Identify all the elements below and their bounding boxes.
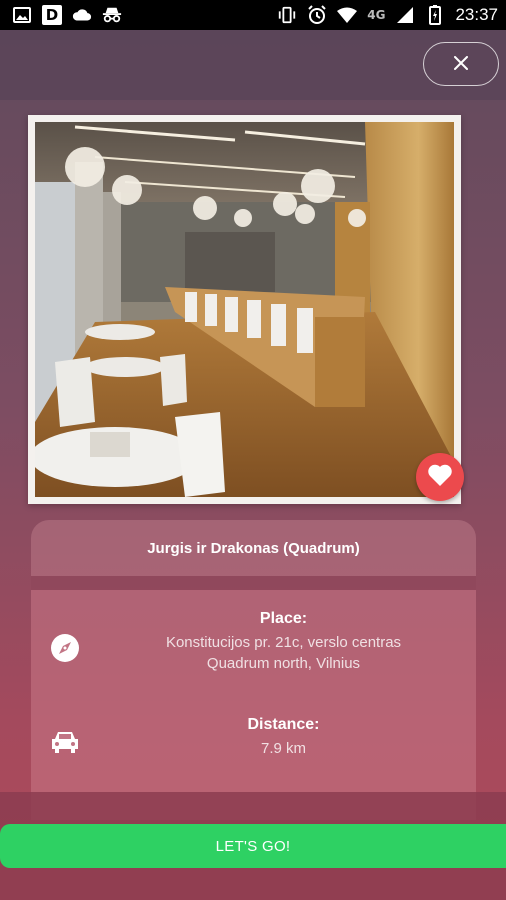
incognito-icon <box>102 6 122 24</box>
venue-details: Place: Konstitucijos pr. 21c, verslo cen… <box>31 590 476 820</box>
restaurant-photo <box>35 122 454 497</box>
lets-go-button[interactable]: LET'S GO! <box>0 824 506 868</box>
venue-name: Jurgis ir Drakonas (Quadrum) <box>31 520 476 576</box>
vibrate-icon <box>277 6 297 24</box>
clock: 23:37 <box>455 5 498 24</box>
status-bar-left: D <box>12 5 122 25</box>
signal-icon <box>395 6 415 24</box>
image-icon <box>12 6 32 24</box>
wifi-icon <box>337 6 358 24</box>
place-value-line1: Konstitucijos pr. 21c, verslo centras <box>165 634 402 651</box>
network-type: 4G <box>367 8 386 22</box>
car-icon <box>49 726 81 758</box>
close-button[interactable] <box>423 42 499 86</box>
venue-photo-frame <box>28 115 461 504</box>
status-bar-right: 4G 23:37 <box>277 5 498 25</box>
compass-icon <box>49 632 81 664</box>
d-icon: D <box>42 5 62 25</box>
place-label: Place: <box>259 610 308 627</box>
place-text: Place: Konstitucijos pr. 21c, verslo cen… <box>111 610 456 674</box>
distance-value: 7.9 km <box>260 740 306 757</box>
heart-icon <box>427 463 453 491</box>
venue-info-card: Jurgis ir Drakonas (Quadrum) Place: Kons… <box>31 520 476 820</box>
distance-label: Distance: <box>247 716 320 733</box>
favorite-button[interactable] <box>416 453 464 501</box>
place-value-line2: Quadrum north, Vilnius <box>206 655 361 672</box>
close-icon <box>454 55 468 74</box>
card-divider <box>31 576 476 590</box>
alarm-icon <box>307 5 327 24</box>
distance-text: Distance: 7.9 km <box>111 716 456 759</box>
status-bar: D 4G 23:37 <box>0 0 506 30</box>
cloud-icon <box>72 6 92 24</box>
top-bar <box>0 30 506 100</box>
battery-icon <box>425 5 445 25</box>
